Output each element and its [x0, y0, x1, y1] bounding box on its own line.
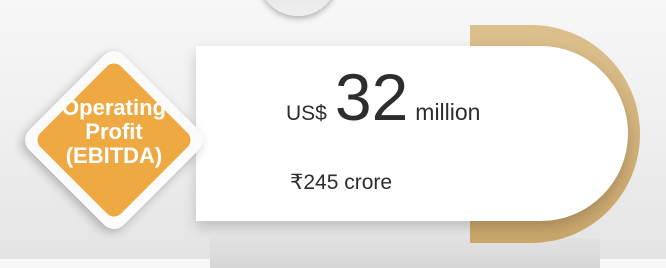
badge-label-line-1: Operating — [62, 95, 166, 120]
amount-unit: million — [415, 99, 481, 125]
metric-badge: Operating Profit (EBITDA) — [14, 40, 214, 240]
amount-value: 32 — [334, 60, 409, 134]
top-tab-decoration — [258, 0, 338, 16]
secondary-amount: ₹245 crore — [290, 171, 393, 194]
currency-prefix: US$ — [286, 102, 327, 125]
badge-label-line-2: Profit — [85, 119, 143, 144]
bottom-shadow-bar — [210, 238, 600, 268]
primary-amount: US$ 32 million — [286, 64, 480, 130]
badge-label-line-3: (EBITDA) — [65, 143, 163, 168]
metric-card: US$ 32 million ₹245 crore — [196, 46, 628, 221]
badge-label: Operating Profit (EBITDA) — [54, 96, 174, 168]
